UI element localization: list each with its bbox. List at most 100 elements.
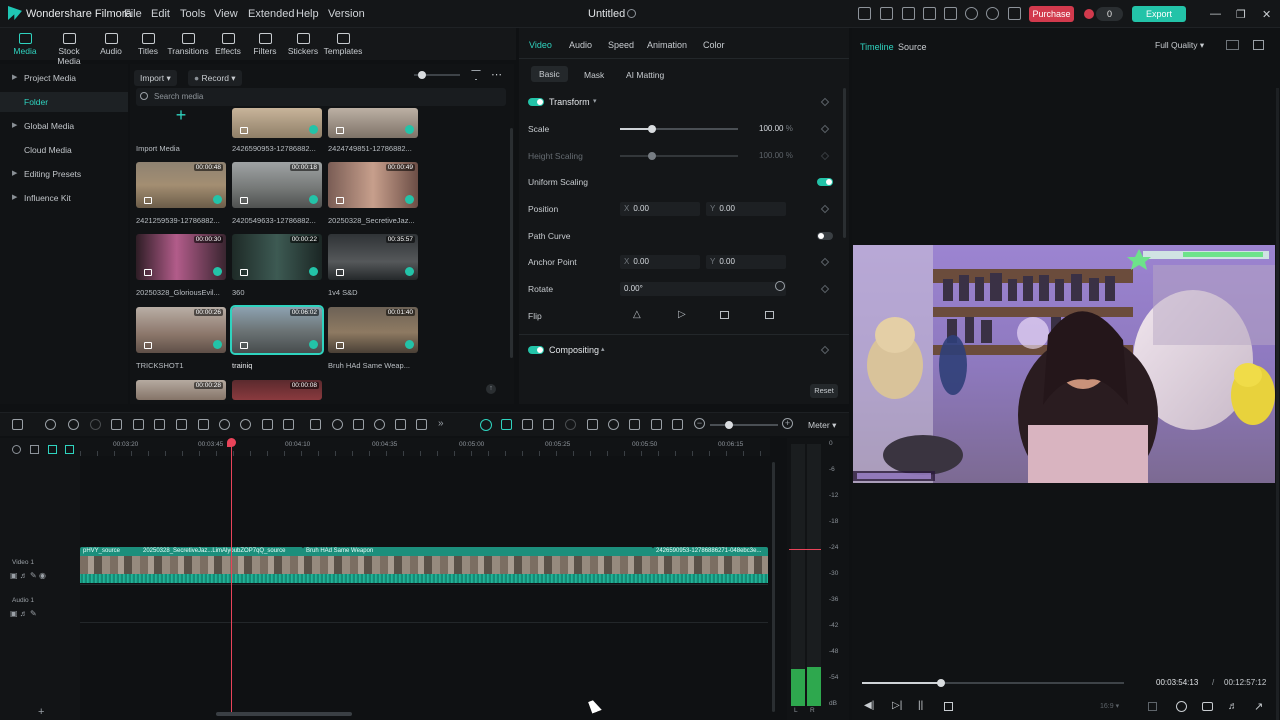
mute-icon[interactable]: ♬ xyxy=(20,571,28,580)
media-thumb[interactable]: 00:00:30 xyxy=(136,234,226,280)
stop-icon[interactable] xyxy=(944,702,953,711)
record-button[interactable]: ● Record ▾ xyxy=(188,70,242,86)
tree-item-influence-kit[interactable]: ▶ Influence Kit xyxy=(0,188,128,208)
compositing-toggle[interactable] xyxy=(528,346,544,354)
track-controls[interactable]: ▣ ♬ ✎ ◉ xyxy=(10,571,46,580)
snapshot-tool-icon[interactable] xyxy=(522,419,533,430)
delete-icon[interactable] xyxy=(111,419,122,430)
notification-icon[interactable] xyxy=(1008,7,1021,20)
media-scrollbar[interactable] xyxy=(510,128,513,358)
timeline-vscrollbar[interactable] xyxy=(772,462,775,712)
expand-icon[interactable]: ↗ xyxy=(1254,700,1263,713)
media-thumb-selected[interactable]: 00:06:02 xyxy=(230,305,324,355)
tab-templates[interactable]: Templates xyxy=(322,28,364,60)
slider-knob[interactable] xyxy=(648,125,656,133)
tree-item-folder[interactable]: Folder xyxy=(0,92,128,112)
transform-toggle[interactable] xyxy=(528,98,544,106)
menu-file[interactable]: File xyxy=(124,8,142,20)
snap-icon[interactable] xyxy=(672,419,683,430)
keyframe-icon[interactable] xyxy=(820,257,830,267)
media-thumb[interactable]: 00:00:22 xyxy=(232,234,322,280)
render-settings-icon[interactable] xyxy=(1176,701,1187,712)
voiceover-icon[interactable] xyxy=(543,419,554,430)
timeline-hscrollbar[interactable] xyxy=(216,712,352,716)
caret-down-icon[interactable]: ▾ xyxy=(593,97,597,105)
menu-edit[interactable]: Edit xyxy=(151,8,170,20)
tab-media[interactable]: Media xyxy=(4,28,46,60)
layout-icon[interactable] xyxy=(902,7,915,20)
scale-slider[interactable] xyxy=(620,125,738,133)
anchor-y-input[interactable]: Y 0.00 xyxy=(706,255,786,269)
redo-icon[interactable] xyxy=(90,419,101,430)
send-icon[interactable] xyxy=(880,7,893,20)
timer-icon[interactable] xyxy=(240,419,251,430)
eye-icon[interactable]: ◉ xyxy=(39,571,46,580)
undo-icon[interactable] xyxy=(68,419,79,430)
aspect-ratio[interactable]: 16:9 ▾ xyxy=(1100,702,1119,710)
tree-item-editing-presets[interactable]: ▶ Editing Presets xyxy=(0,164,128,184)
mixer-icon[interactable] xyxy=(629,419,640,430)
caret-up-icon[interactable]: ▴ xyxy=(601,345,605,353)
tab-titles[interactable]: Titles xyxy=(127,28,169,60)
preview-scrubber[interactable] xyxy=(862,679,1124,687)
color-match-icon[interactable] xyxy=(395,419,406,430)
timeline-ruler[interactable]: 00:03:20 00:03:45 00:04:10 00:04:35 00:0… xyxy=(80,438,770,456)
purchase-button[interactable]: Purchase xyxy=(1029,6,1074,22)
menu-view[interactable]: View xyxy=(214,8,238,20)
uniform-scaling-toggle[interactable] xyxy=(817,178,833,186)
ai-tool-icon[interactable] xyxy=(198,419,209,430)
media-thumb[interactable]: 00:01:40 xyxy=(328,307,418,353)
crop-tool-icon[interactable] xyxy=(154,419,165,430)
media-thumb[interactable] xyxy=(328,108,418,138)
microphone-icon[interactable] xyxy=(608,419,619,430)
magnet-icon[interactable] xyxy=(48,445,57,454)
preview-scrollbar[interactable] xyxy=(1276,88,1279,720)
tab-stickers[interactable]: Stickers xyxy=(282,28,324,60)
rotate-input[interactable]: 0.00° xyxy=(620,282,786,296)
lock-icon[interactable]: ▣ xyxy=(10,609,18,618)
layout-grid-icon[interactable] xyxy=(12,419,23,430)
credits-badge[interactable]: 0 xyxy=(1096,7,1123,21)
play-icon[interactable]: ▷| xyxy=(892,700,902,711)
add-track-icon[interactable] xyxy=(12,445,21,454)
zoom-in-icon[interactable]: + xyxy=(782,418,793,429)
ai-audio-icon[interactable] xyxy=(332,419,343,430)
media-thumb[interactable]: 00:00:28 xyxy=(136,380,226,400)
flip-horizontal-icon[interactable]: △ xyxy=(633,309,641,320)
keyframe-icon[interactable] xyxy=(820,97,830,107)
preview-tab-source[interactable]: Source xyxy=(898,42,927,52)
pause-icon[interactable]: || xyxy=(918,700,923,711)
split-icon[interactable] xyxy=(133,419,144,430)
quality-dropdown[interactable]: Full Quality ▾ xyxy=(1155,40,1204,51)
search-box[interactable]: Search media xyxy=(136,88,506,106)
keyframe-icon[interactable] xyxy=(820,284,830,294)
rotate-right-icon[interactable] xyxy=(765,311,774,319)
search-input[interactable]: Search media xyxy=(154,92,203,101)
media-thumb[interactable]: 00:35:57 xyxy=(328,234,418,280)
track-manager-icon[interactable] xyxy=(651,419,662,430)
media-thumb[interactable]: 00:00:08 xyxy=(232,380,322,400)
settings-icon[interactable] xyxy=(965,7,978,20)
add-icon[interactable]: + xyxy=(38,706,44,718)
gift-icon[interactable] xyxy=(858,7,871,20)
zoom-slider[interactable] xyxy=(710,421,778,429)
tab-audio[interactable]: Audio xyxy=(90,28,132,60)
ai-cutout-icon[interactable] xyxy=(501,419,512,430)
tab-transitions[interactable]: Transitions xyxy=(167,28,209,60)
scroll-top-icon[interactable]: ↑ xyxy=(486,384,496,394)
speed-icon[interactable] xyxy=(219,419,230,430)
mute-icon[interactable]: ♬ xyxy=(20,609,28,618)
edit-icon[interactable]: ✎ xyxy=(30,609,37,618)
previous-frame-icon[interactable]: ◀| xyxy=(864,700,874,711)
media-thumb[interactable]: 00:00:49 xyxy=(328,162,418,208)
reverse-icon[interactable] xyxy=(283,419,294,430)
reset-button[interactable]: Reset xyxy=(810,384,838,398)
media-thumb[interactable]: 00:00:26 xyxy=(136,307,226,353)
maximize-icon[interactable]: ❐ xyxy=(1236,8,1246,21)
thumbnail-size-slider[interactable] xyxy=(414,71,460,79)
menu-version[interactable]: Version xyxy=(328,8,365,20)
media-thumb[interactable]: 00:00:18 xyxy=(232,162,322,208)
audio-adjust-icon[interactable] xyxy=(310,419,321,430)
tab-video[interactable]: Video xyxy=(529,40,552,50)
anchor-x-input[interactable]: X 0.00 xyxy=(620,255,700,269)
